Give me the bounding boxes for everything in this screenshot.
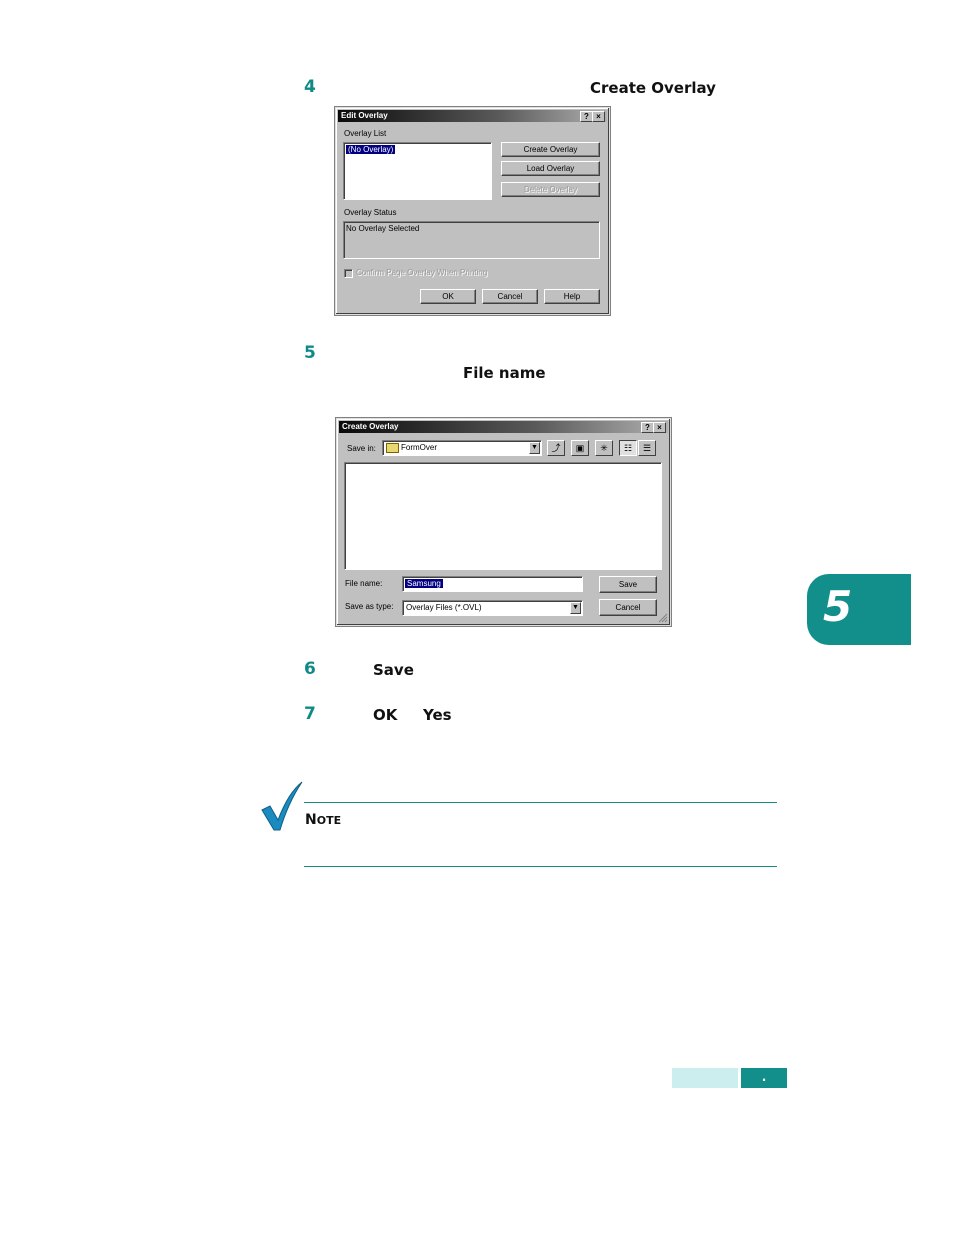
note-top-rule	[304, 802, 777, 803]
close-title-button[interactable]: ×	[653, 422, 666, 433]
check-mark-icon	[261, 781, 303, 831]
overlay-status-box: No Overlay Selected	[343, 221, 600, 259]
load-overlay-button[interactable]: Load Overlay	[501, 161, 600, 176]
overlay-list[interactable]: (No Overlay)	[343, 142, 492, 200]
cancel-button[interactable]: Cancel	[482, 289, 538, 304]
edit-overlay-dialog: Edit Overlay ? × Overlay List (No Overla…	[335, 107, 610, 315]
save-as-type-value: Overlay Files (*.OVL)	[406, 603, 482, 612]
create-overlay-titlebar: Create Overlay ? ×	[339, 421, 668, 433]
list-view-icon[interactable]: ☷	[619, 440, 637, 456]
confirm-overlay-checkbox[interactable]	[344, 269, 353, 278]
chapter-tab: 5	[807, 574, 911, 645]
file-name-input[interactable]: Samsung	[402, 576, 583, 592]
save-button[interactable]: Save	[599, 576, 657, 593]
help-button[interactable]: Help	[544, 289, 600, 304]
step-number-4: 4	[304, 77, 316, 97]
overlay-status-label: Overlay Status	[344, 208, 397, 217]
edit-overlay-title: Edit Overlay	[341, 111, 388, 120]
step-7-keyword-ok: OK	[373, 706, 398, 724]
step-7-keyword-yes: Yes	[423, 706, 452, 724]
size-grip-icon[interactable]	[658, 613, 668, 623]
save-in-value: FormOver	[401, 443, 437, 452]
note-bottom-rule	[304, 866, 777, 867]
confirm-overlay-label: Confirm Page Overlay When Printing	[356, 268, 488, 277]
chapter-number: 5	[823, 582, 853, 631]
chevron-down-icon[interactable]: ▼	[570, 602, 581, 614]
overlay-list-label: Overlay List	[344, 129, 387, 138]
ok-button[interactable]: OK	[420, 289, 476, 304]
chevron-down-icon[interactable]: ▼	[529, 442, 540, 454]
file-name-label: File name:	[345, 579, 383, 588]
step-4-keyword: Create Overlay	[590, 79, 716, 97]
step-number-6: 6	[304, 659, 316, 679]
overlay-list-item[interactable]: (No Overlay)	[346, 145, 396, 154]
note-label: NOTE	[305, 812, 342, 828]
file-list-area[interactable]	[344, 462, 662, 570]
step-number-5: 5	[304, 343, 316, 363]
cancel-button[interactable]: Cancel	[599, 599, 657, 616]
save-as-type-label: Save as type:	[345, 602, 394, 611]
step-6-keyword: Save	[373, 661, 414, 679]
file-name-value: Samsung	[405, 579, 443, 588]
create-overlay-title: Create Overlay	[342, 422, 399, 431]
step-number-7: 7	[304, 704, 316, 724]
delete-overlay-button[interactable]: Delete Overlay	[501, 182, 600, 197]
folder-icon	[386, 443, 399, 453]
save-as-type-select[interactable]: Overlay Files (*.OVL) ▼	[402, 600, 583, 616]
create-overlay-button[interactable]: Create Overlay	[501, 142, 600, 157]
edit-overlay-titlebar: Edit Overlay ? ×	[338, 110, 607, 122]
overlay-status-value: No Overlay Selected	[346, 224, 420, 233]
footer-light-bar	[672, 1068, 738, 1088]
create-overlay-dialog: Create Overlay ? × Save in: FormOver ▼ ⤴…	[336, 418, 671, 626]
up-folder-icon[interactable]: ⤴	[547, 440, 565, 456]
step-5-keyword: File name	[463, 364, 546, 382]
desktop-icon[interactable]: ▣	[571, 440, 589, 456]
details-view-icon[interactable]: ☰	[638, 440, 656, 456]
close-title-button[interactable]: ×	[592, 111, 605, 122]
save-in-combo[interactable]: FormOver ▼	[382, 440, 542, 456]
new-folder-icon[interactable]: ✳	[595, 440, 613, 456]
footer-page-marker: .	[741, 1068, 787, 1088]
save-in-label: Save in:	[347, 444, 376, 453]
